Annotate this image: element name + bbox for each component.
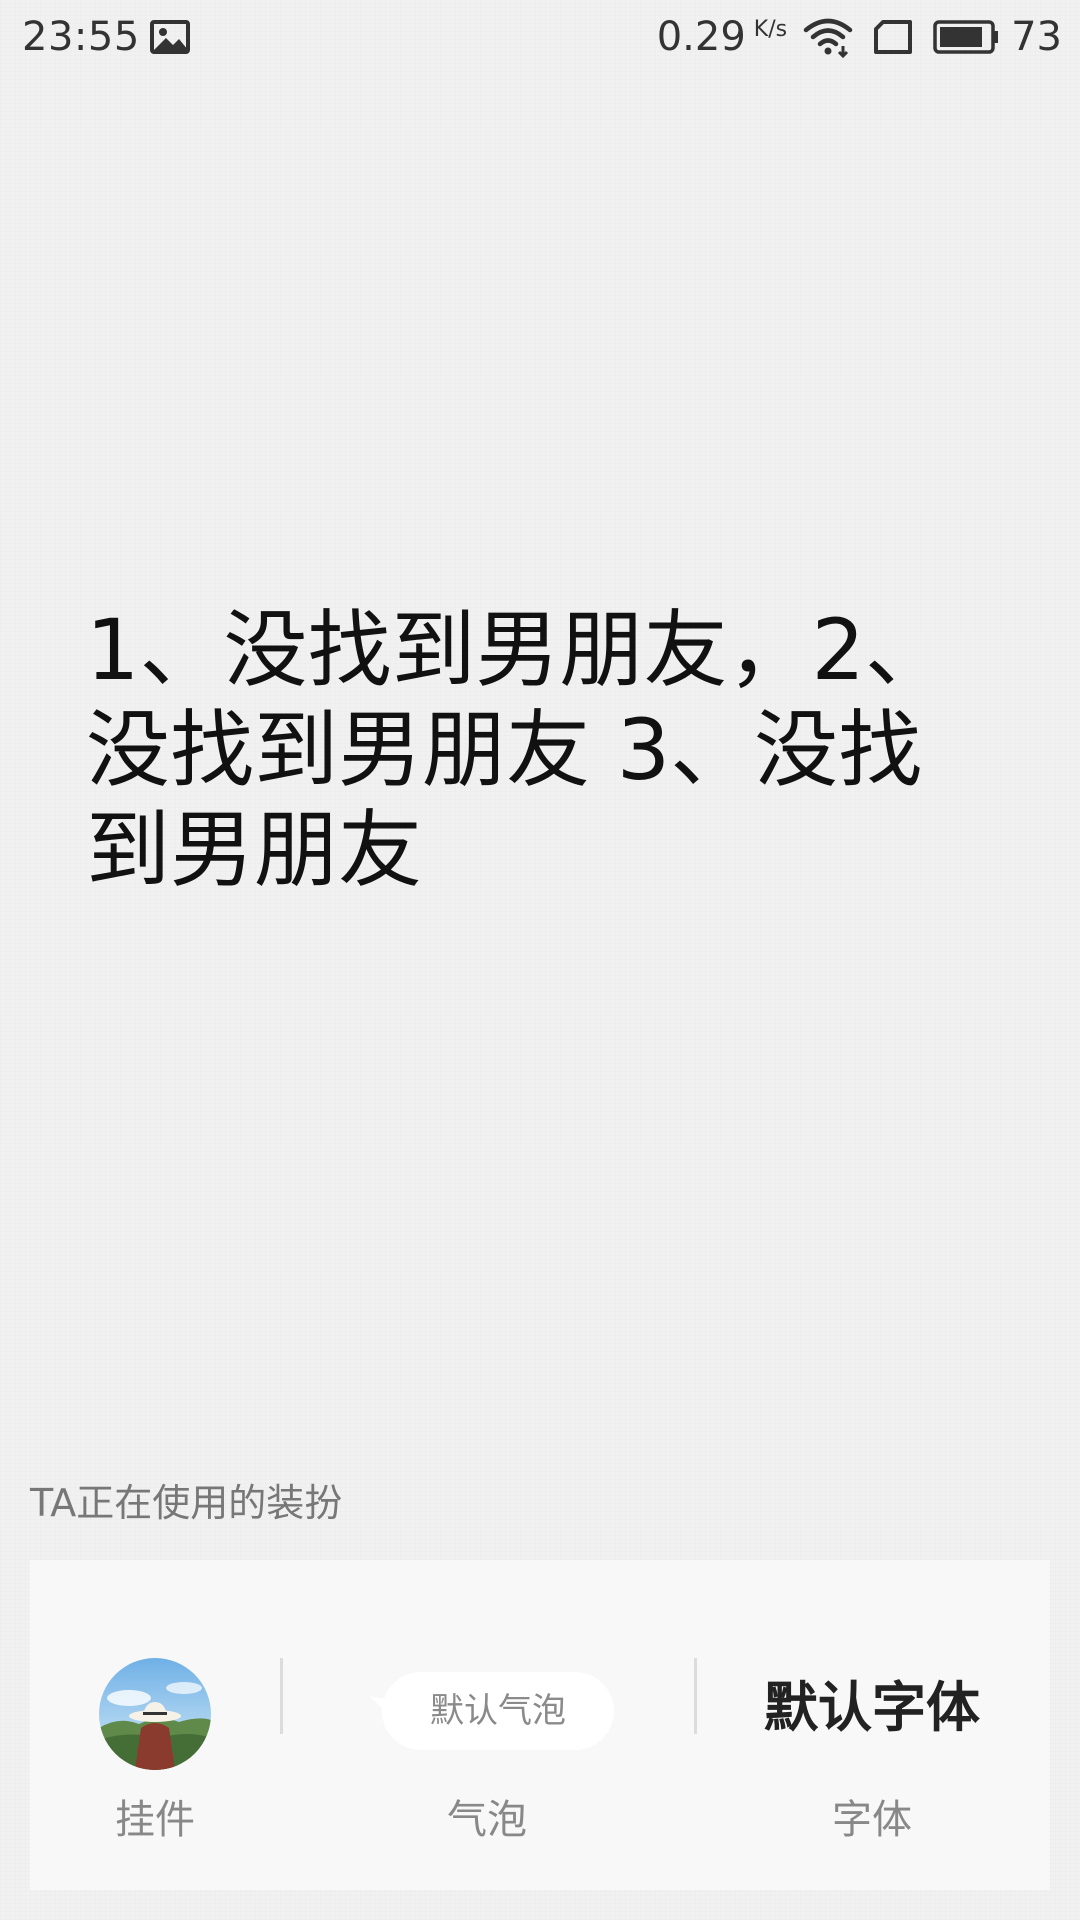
status-time: 23:55 <box>22 14 140 60</box>
pendant-caption: 挂件 <box>115 1797 195 1843</box>
battery-icon <box>933 20 999 54</box>
bubble-caption: 气泡 <box>447 1797 527 1843</box>
font-caption: 字体 <box>832 1797 912 1843</box>
decoration-card: 挂件 默认气泡 气泡 默认字体 字体 <box>30 1560 1050 1890</box>
network-speed-value: 0.29 <box>656 14 746 60</box>
section-label: TA正在使用的装扮 <box>30 1481 343 1525</box>
network-speed: 0.29 K/s <box>657 14 787 60</box>
status-bar: 23:55 0.29 K/s 73 <box>0 0 1080 76</box>
image-icon <box>150 20 190 54</box>
status-indicators: 0.29 K/s 73 <box>657 12 1062 62</box>
bubble-item[interactable]: 默认气泡 气泡 <box>282 1560 692 1890</box>
battery-level: 73 <box>1011 14 1062 60</box>
avatar <box>99 1658 211 1770</box>
pendant-item[interactable]: 挂件 <box>30 1560 280 1890</box>
font-item[interactable]: 默认字体 字体 <box>694 1560 1050 1890</box>
sim-card-icon <box>874 20 913 54</box>
screen: 23:55 0.29 K/s 73 1、没找到男朋友，2、没找到男朋友 3、没找… <box>0 0 1080 1920</box>
message-text: 1、没找到男朋友，2、没找到男朋友 3、没找到男朋友 <box>86 601 949 899</box>
bubble-sample: 默认气泡 <box>382 1672 614 1750</box>
network-speed-unit: K/s <box>753 17 788 42</box>
wifi-icon <box>803 18 853 58</box>
font-sample: 默认字体 <box>764 1676 980 1739</box>
